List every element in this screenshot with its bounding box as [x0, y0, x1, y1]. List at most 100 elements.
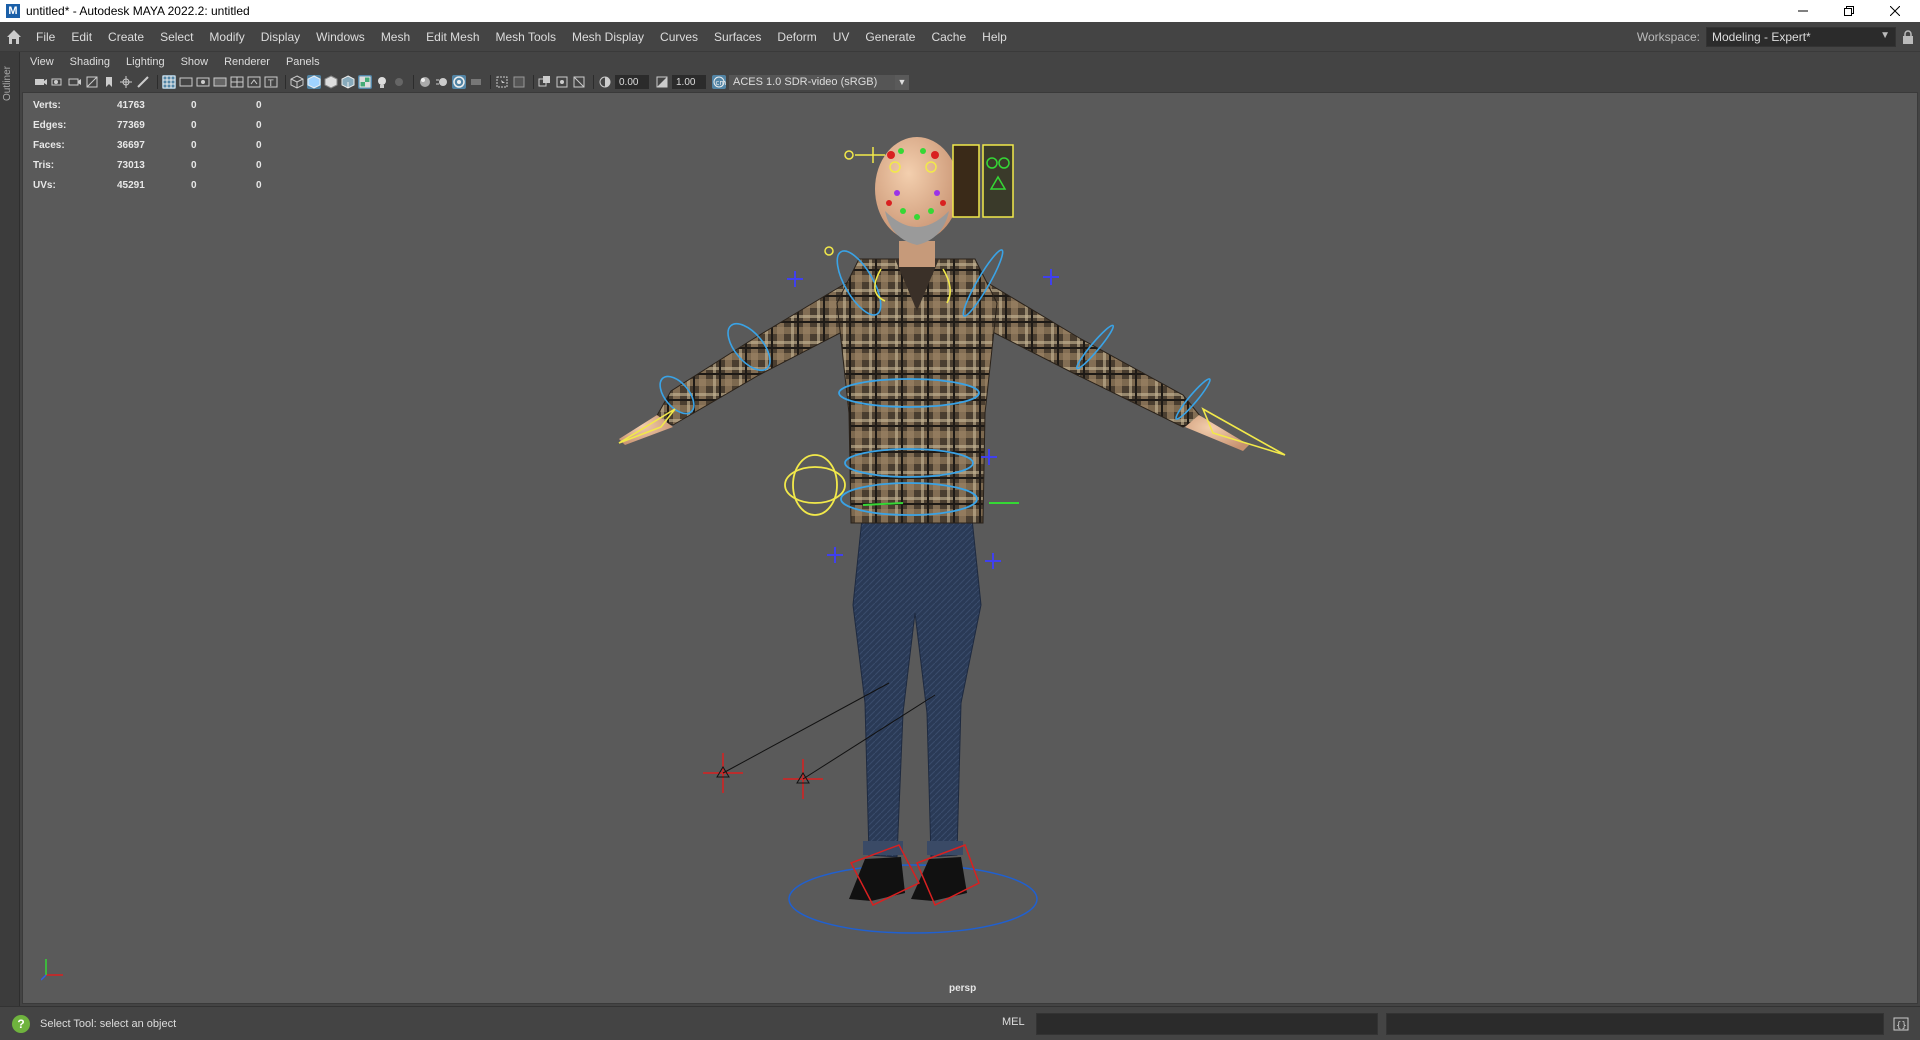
jeans [852, 508, 982, 858]
svg-text:{}: {} [1896, 1021, 1907, 1031]
outliner-tab[interactable]: Outliner [2, 58, 16, 108]
gamma-field[interactable]: 1.00 [672, 75, 706, 89]
select-camera-button[interactable] [34, 75, 48, 89]
field-chart-icon [230, 76, 244, 88]
wireframe-button[interactable] [290, 75, 304, 89]
resolution-gate-button[interactable] [196, 75, 210, 89]
mel-toggle[interactable]: MEL [1002, 1016, 1025, 1028]
gate-mask-icon [213, 77, 227, 87]
minimize-button[interactable] [1780, 0, 1826, 22]
workspace-dropdown[interactable]: Modeling - Expert* ▼ [1706, 27, 1896, 47]
menu-select[interactable]: Select [152, 30, 201, 44]
help-icon[interactable]: ? [12, 1014, 30, 1033]
grid-toggle-button[interactable] [162, 75, 176, 89]
menu-edit-mesh[interactable]: Edit Mesh [418, 30, 487, 44]
workspace-selector: Workspace: Modeling - Expert* ▼ [1637, 22, 1920, 52]
pencil-icon [137, 76, 149, 88]
menu-file[interactable]: File [28, 30, 63, 44]
view-transform-dropdown[interactable]: ACES 1.0 SDR-video (sRGB) ▼ [729, 74, 909, 90]
menu-surfaces[interactable]: Surfaces [706, 30, 769, 44]
exposure-field[interactable]: 0.00 [615, 75, 649, 89]
rigged-character[interactable] [23, 93, 1918, 1004]
home-icon [7, 29, 21, 44]
screen-space-ao-button[interactable] [418, 75, 432, 89]
bookmark-button[interactable] [102, 75, 116, 89]
bookmarks-button[interactable] [68, 75, 82, 89]
close-icon [1890, 6, 1900, 16]
gamma-toggle-button[interactable] [655, 75, 669, 89]
backface-icon [573, 76, 585, 88]
motion-blur-icon [436, 78, 447, 86]
camera-icon [35, 79, 47, 85]
panel-menu-view[interactable]: View [22, 56, 62, 68]
default-material-button[interactable] [324, 75, 338, 89]
panel-menu-shading[interactable]: Shading [62, 56, 118, 68]
shadows-button[interactable] [392, 75, 406, 89]
close-button[interactable] [1872, 0, 1918, 22]
menu-cache[interactable]: Cache [923, 30, 974, 44]
xray-icon [513, 76, 525, 88]
field-chart-button[interactable] [230, 75, 244, 89]
menu-edit[interactable]: Edit [63, 30, 100, 44]
restore-button[interactable] [1826, 0, 1872, 22]
gate-mask-button[interactable] [213, 75, 227, 89]
panel-menu-panels[interactable]: Panels [278, 56, 328, 68]
2d-pan-zoom-button[interactable] [119, 75, 133, 89]
menu-help[interactable]: Help [974, 30, 1015, 44]
view-axis-gizmo [40, 953, 71, 986]
panel-menu-bar: View Shading Lighting Show Renderer Pane… [22, 52, 1920, 72]
menu-mesh-tools[interactable]: Mesh Tools [488, 30, 564, 44]
wireframe-on-shaded-button[interactable] [341, 75, 355, 89]
film-gate-button[interactable] [179, 75, 193, 89]
camera-attributes-button[interactable] [51, 75, 65, 89]
safe-action-button[interactable] [247, 75, 261, 89]
help-line-text: Select Tool: select an object [40, 1017, 177, 1030]
depth-of-field-icon [471, 79, 481, 85]
jeans-cuff-left [863, 841, 903, 855]
menu-display[interactable]: Display [253, 30, 308, 44]
safe-title-icon: T [264, 76, 278, 89]
image-plane-button[interactable] [85, 75, 99, 89]
home-button[interactable] [0, 29, 28, 45]
backface-culling-button[interactable] [572, 75, 586, 89]
use-lights-button[interactable] [375, 75, 389, 89]
menu-modify[interactable]: Modify [201, 30, 252, 44]
xray-joints-button[interactable] [555, 75, 569, 89]
menu-uv[interactable]: UV [825, 30, 858, 44]
menu-deform[interactable]: Deform [769, 30, 824, 44]
left-sleeve [654, 272, 872, 426]
xray-button[interactable] [512, 75, 526, 89]
xray-active-components-button[interactable] [538, 75, 552, 89]
menu-windows[interactable]: Windows [308, 30, 373, 44]
menu-mesh-display[interactable]: Mesh Display [564, 30, 652, 44]
menu-create[interactable]: Create [100, 30, 152, 44]
textured-button[interactable] [358, 75, 372, 89]
menu-mesh[interactable]: Mesh [373, 30, 418, 44]
camera-attributes-icon [51, 78, 62, 86]
face-gui-panel-2 [982, 144, 1014, 218]
smooth-shade-button[interactable] [307, 75, 321, 89]
grease-pencil-button[interactable] [136, 75, 150, 89]
chevron-down-icon: ▼ [1880, 30, 1890, 41]
isolate-select-button[interactable] [495, 75, 509, 89]
command-line-input[interactable] [1036, 1013, 1378, 1035]
exposure-toggle-button[interactable] [598, 75, 612, 89]
motion-blur-button[interactable] [435, 75, 449, 89]
panel-menu-show[interactable]: Show [173, 56, 217, 68]
script-editor-button[interactable]: {} [1892, 1015, 1910, 1033]
xray-joints-icon [556, 76, 568, 88]
safe-title-button[interactable]: T [264, 75, 278, 89]
viewport-persp[interactable]: Verts: 41763 0 0 Edges: 77369 0 0 Faces:… [22, 92, 1918, 1004]
outliner-strip: Outliner [0, 52, 20, 1006]
lock-icon [1903, 30, 1913, 44]
workspace-lock-button[interactable] [1896, 22, 1920, 52]
panel-menu-renderer[interactable]: Renderer [216, 56, 278, 68]
menu-curves[interactable]: Curves [652, 30, 706, 44]
workspace-label: Workspace: [1636, 30, 1700, 44]
panel-menu-lighting[interactable]: Lighting [118, 56, 173, 68]
color-management-button[interactable]: cm [712, 75, 726, 89]
depth-of-field-button[interactable] [469, 75, 483, 89]
menu-generate[interactable]: Generate [857, 30, 923, 44]
multisample-aa-button[interactable] [452, 75, 466, 89]
bookmark-camera-icon [68, 78, 81, 86]
